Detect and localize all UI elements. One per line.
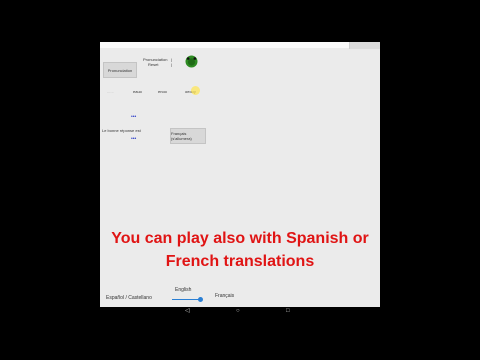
language-slider-fill	[172, 299, 200, 300]
language-slider-thumb[interactable]	[197, 297, 203, 302]
pronunciation-button-label: Pronunciation	[107, 67, 133, 73]
progress-dots-1: •••	[131, 114, 137, 120]
word-option-2[interactable]: eauo	[133, 89, 142, 94]
language-left-label[interactable]: Español / Castellano	[106, 296, 152, 301]
touch-indicator	[191, 86, 200, 95]
overlay-line-2: French translations	[165, 253, 315, 270]
language-right-label[interactable]: Français	[215, 294, 234, 299]
answer-label: Le bonne réponse est	[102, 128, 141, 133]
reset-toggle[interactable]: |	[171, 62, 172, 67]
turtle-icon[interactable]	[185, 55, 198, 68]
android-nav-bar: ◁ ○ □	[100, 307, 380, 315]
back-icon[interactable]: ◁	[185, 308, 190, 314]
pronunciation-button[interactable]: Pronunciation	[103, 62, 137, 78]
show-answer-button[interactable]: Français (s'allumera)	[170, 128, 206, 144]
app-screen: Pronunciation Reset | | Pronunciation ..…	[100, 42, 380, 307]
current-language: English	[175, 287, 192, 293]
language-slider[interactable]	[172, 297, 203, 302]
recents-icon[interactable]: □	[286, 308, 290, 314]
home-icon[interactable]: ○	[236, 308, 240, 314]
overlay-caption: You can play also with Spanish or French…	[100, 227, 380, 273]
top-menu-button[interactable]	[349, 42, 380, 49]
word-option-1[interactable]: ......	[107, 89, 114, 94]
overlay-line-1: You can play also with Spanish or	[111, 230, 369, 247]
word-option-3[interactable]: enoo	[158, 89, 167, 94]
show-answer-label: Français (s'allumera)	[171, 131, 192, 141]
reset-label: Reset	[148, 62, 159, 67]
title-bar	[100, 42, 380, 48]
progress-dots-2: •••	[131, 136, 137, 142]
